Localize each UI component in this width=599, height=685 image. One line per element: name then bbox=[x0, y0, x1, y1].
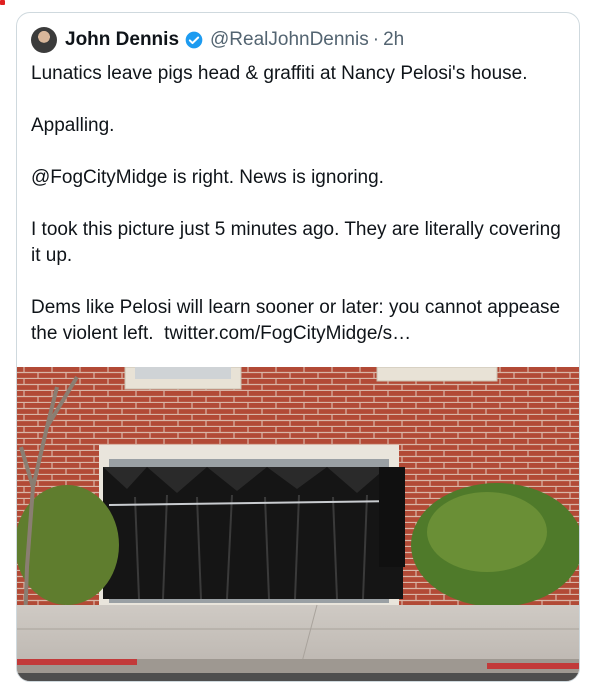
tweet-text: Lunatics leave pigs head & graffiti at N… bbox=[31, 61, 567, 347]
author-handle[interactable]: @RealJohnDennis bbox=[210, 29, 369, 51]
tweet-link[interactable]: twitter.com/FogCityMidge/s… bbox=[164, 323, 411, 344]
tweet-line-4: I took this picture just 5 minutes ago. … bbox=[31, 219, 561, 266]
timestamp[interactable]: 2h bbox=[383, 29, 404, 51]
verified-badge-icon bbox=[185, 31, 203, 49]
tweet-line-2: Appalling. bbox=[31, 115, 115, 136]
corner-mark bbox=[0, 0, 5, 5]
tweet-header: John Dennis @RealJohnDennis · 2h bbox=[31, 27, 404, 53]
author-name[interactable]: John Dennis bbox=[65, 29, 179, 51]
tweet-line-5: Dems like Pelosi will learn sooner or la… bbox=[31, 295, 567, 347]
tweet-line-3: @FogCityMidge is right. News is ignoring… bbox=[31, 167, 384, 188]
separator: · bbox=[372, 29, 380, 50]
tweet-card[interactable]: John Dennis @RealJohnDennis · 2h Lunatic… bbox=[16, 12, 580, 682]
avatar[interactable] bbox=[31, 27, 57, 53]
tweet-photo[interactable] bbox=[17, 367, 579, 681]
tweet-line-1: Lunatics leave pigs head & graffiti at N… bbox=[31, 63, 528, 84]
